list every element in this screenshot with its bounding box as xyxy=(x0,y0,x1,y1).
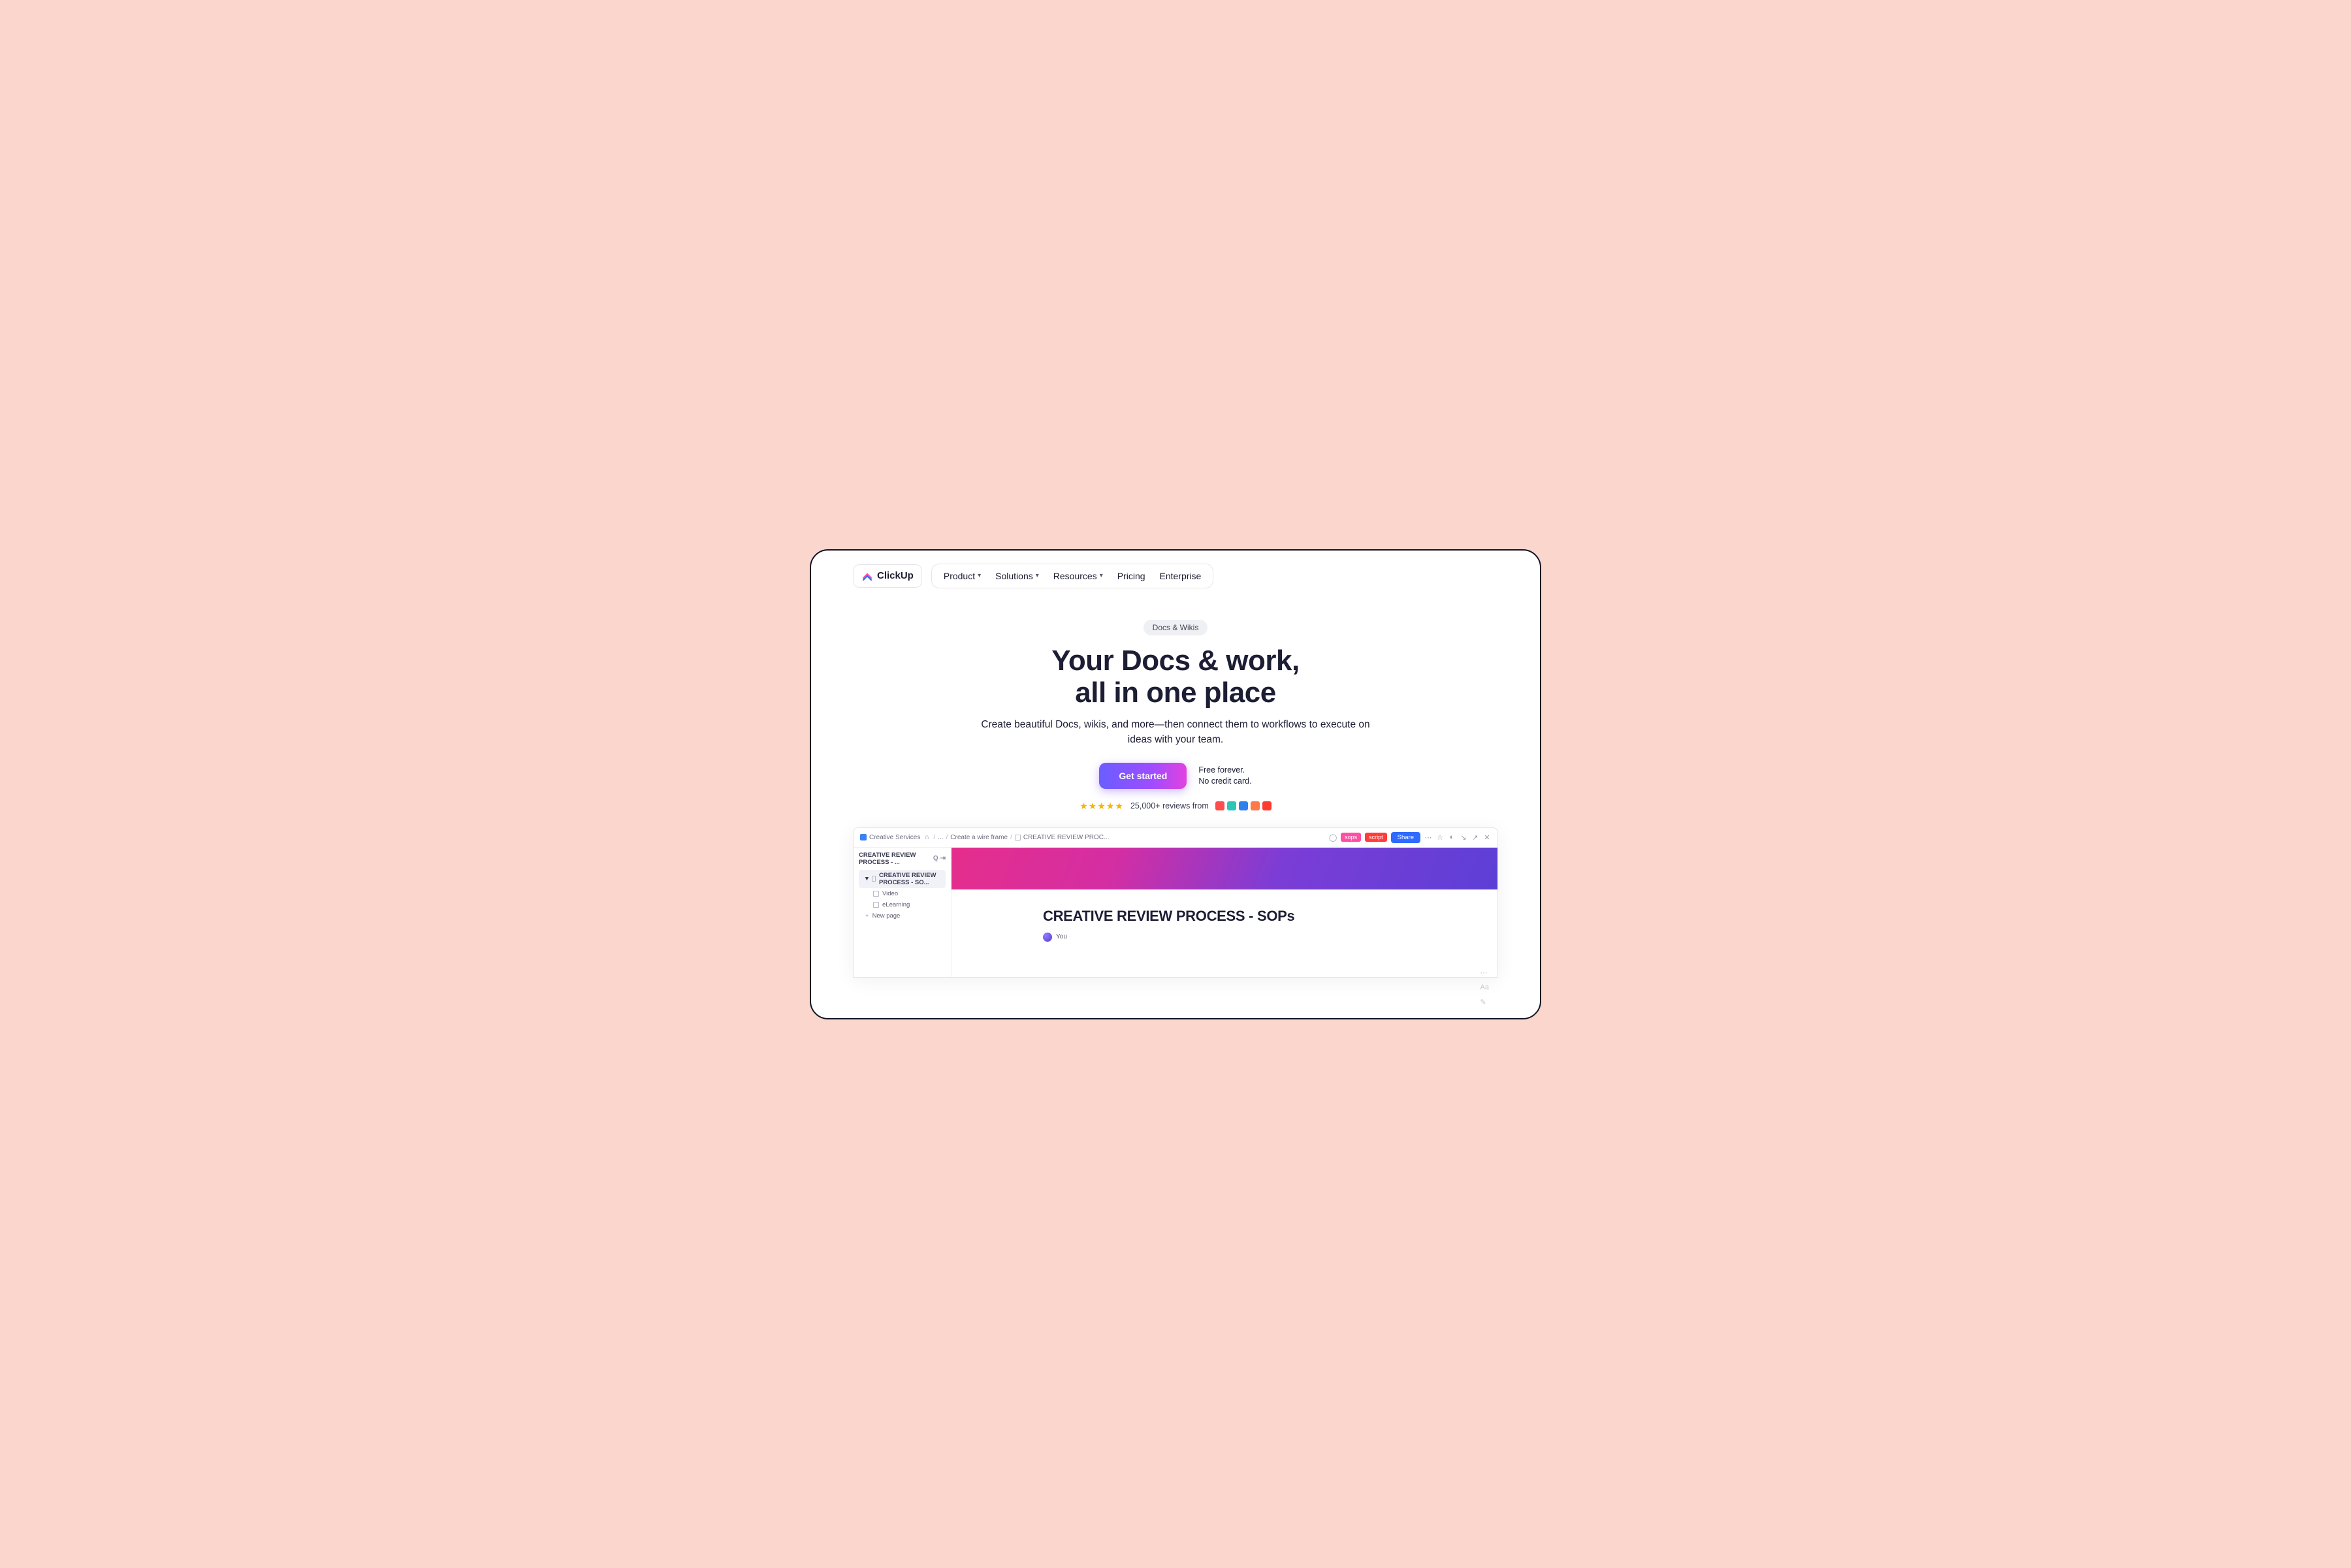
crumb-ellipsis[interactable]: ... xyxy=(938,834,943,841)
sidebar-title: CREATIVE REVIEW PROCESS - ... Q ⇥ xyxy=(859,852,946,866)
comment-icon[interactable]: ✎ xyxy=(1480,998,1489,1006)
nav-pricing[interactable]: Pricing xyxy=(1117,571,1145,581)
text-format-icon[interactable]: ⋯ xyxy=(1480,968,1489,977)
doc-actions: ◯ sops script Share ⋯ ☆ ◐ ↘ ↗ ✕ xyxy=(1329,832,1491,843)
more-icon[interactable]: ⋯ xyxy=(1424,833,1432,841)
g2-icon xyxy=(1215,801,1224,810)
chevron-down-icon: ▾ xyxy=(1036,572,1039,579)
star-icon[interactable]: ☆ xyxy=(1436,833,1444,841)
close-icon[interactable]: ✕ xyxy=(1483,833,1491,841)
doc-icon xyxy=(873,902,879,908)
tag-script[interactable]: script xyxy=(1365,833,1387,842)
capterra-icon xyxy=(1239,801,1248,810)
avatar-icon xyxy=(1043,933,1052,942)
crumb-folder[interactable]: Create a wire frame xyxy=(950,834,1008,841)
cta-row: Get started Free forever. No credit card… xyxy=(1099,763,1251,789)
category-badge: Docs & Wikis xyxy=(1144,620,1208,635)
tag-sops[interactable]: sops xyxy=(1341,833,1361,842)
page-title: Your Docs & work, all in one place xyxy=(1051,645,1299,709)
app-window: ClickUp Product ▾ Solutions ▾ Resources … xyxy=(810,549,1541,1019)
crumb-root[interactable]: Creative Services xyxy=(869,834,920,841)
space-icon xyxy=(860,834,867,840)
expand-icon[interactable]: ↘ xyxy=(1460,833,1467,841)
trustradius-icon xyxy=(1251,801,1260,810)
brand-logo[interactable]: ClickUp xyxy=(853,564,922,588)
doc-icon xyxy=(872,876,876,882)
nav-solutions[interactable]: Solutions ▾ xyxy=(995,571,1039,581)
hero-subtext: Create beautiful Docs, wikis, and more—t… xyxy=(973,718,1378,747)
product-screenshot: Creative Services ⌂ / ... / Create a wir… xyxy=(811,827,1540,1018)
typography-icon[interactable]: Aa xyxy=(1480,984,1489,991)
doc-sidebar: CREATIVE REVIEW PROCESS - ... Q ⇥ ▾ CREA… xyxy=(854,848,952,977)
plus-icon: + xyxy=(865,912,869,920)
floating-toolbar: ⋯ Aa ✎ xyxy=(1480,968,1489,1006)
home-icon: ⌂ xyxy=(923,833,931,841)
chevron-down-icon: ▾ xyxy=(978,572,981,579)
tag-icon[interactable]: ◯ xyxy=(1329,833,1337,841)
reviews-row: ★★★★★ 25,000+ reviews from xyxy=(1080,801,1271,812)
producthunt-icon xyxy=(1262,801,1271,810)
hero: Docs & Wikis Your Docs & work, all in on… xyxy=(811,588,1540,827)
collapse-icon[interactable]: ↗ xyxy=(1471,833,1479,841)
breadcrumb: Creative Services ⌂ / ... / Create a wir… xyxy=(860,833,1109,841)
brand-name: ClickUp xyxy=(877,570,914,581)
doc-icon xyxy=(873,891,879,897)
sidebar-item-main[interactable]: ▾ CREATIVE REVIEW PROCESS - SO... xyxy=(859,870,946,888)
doc-main: CREATIVE REVIEW PROCESS - SOPs You xyxy=(952,848,1497,977)
clock-icon[interactable]: ◐ xyxy=(1448,833,1456,841)
top-nav: ClickUp Product ▾ Solutions ▾ Resources … xyxy=(811,551,1540,588)
chevron-down-icon: ▾ xyxy=(1100,572,1103,579)
doc-body: CREATIVE REVIEW PROCESS - ... Q ⇥ ▾ CREA… xyxy=(854,848,1497,977)
doc-cover-image[interactable] xyxy=(952,848,1497,889)
doc-author: You xyxy=(1043,933,1406,942)
crumb-current[interactable]: CREATIVE REVIEW PROC... xyxy=(1023,834,1110,841)
doc-toolbar: Creative Services ⌂ / ... / Create a wir… xyxy=(854,828,1497,848)
nav-product[interactable]: Product ▾ xyxy=(944,571,981,581)
cta-caption: Free forever. No credit card. xyxy=(1198,765,1251,787)
settings-icon[interactable]: ⇥ xyxy=(940,855,946,862)
review-source-icons xyxy=(1215,801,1271,810)
getapp-icon xyxy=(1227,801,1236,810)
reviews-text: 25,000+ reviews from xyxy=(1130,801,1209,810)
clickup-logo-icon xyxy=(861,570,873,582)
share-button[interactable]: Share xyxy=(1391,832,1420,843)
doc-title[interactable]: CREATIVE REVIEW PROCESS - SOPs xyxy=(1043,908,1406,925)
sidebar-item-video[interactable]: Video xyxy=(859,888,946,899)
search-icon[interactable]: Q xyxy=(933,855,938,862)
sidebar-new-page[interactable]: + New page xyxy=(859,910,946,921)
nav-enterprise[interactable]: Enterprise xyxy=(1160,571,1202,581)
sidebar-item-elearning[interactable]: eLearning xyxy=(859,899,946,910)
nav-resources[interactable]: Resources ▾ xyxy=(1053,571,1103,581)
caret-icon: ▾ xyxy=(865,875,869,882)
get-started-button[interactable]: Get started xyxy=(1099,763,1187,789)
nav-pill: Product ▾ Solutions ▾ Resources ▾ Pricin… xyxy=(931,564,1213,588)
doc-icon xyxy=(1015,835,1021,840)
star-rating-icon: ★★★★★ xyxy=(1080,801,1124,812)
doc-editor-window: Creative Services ⌂ / ... / Create a wir… xyxy=(853,827,1498,978)
